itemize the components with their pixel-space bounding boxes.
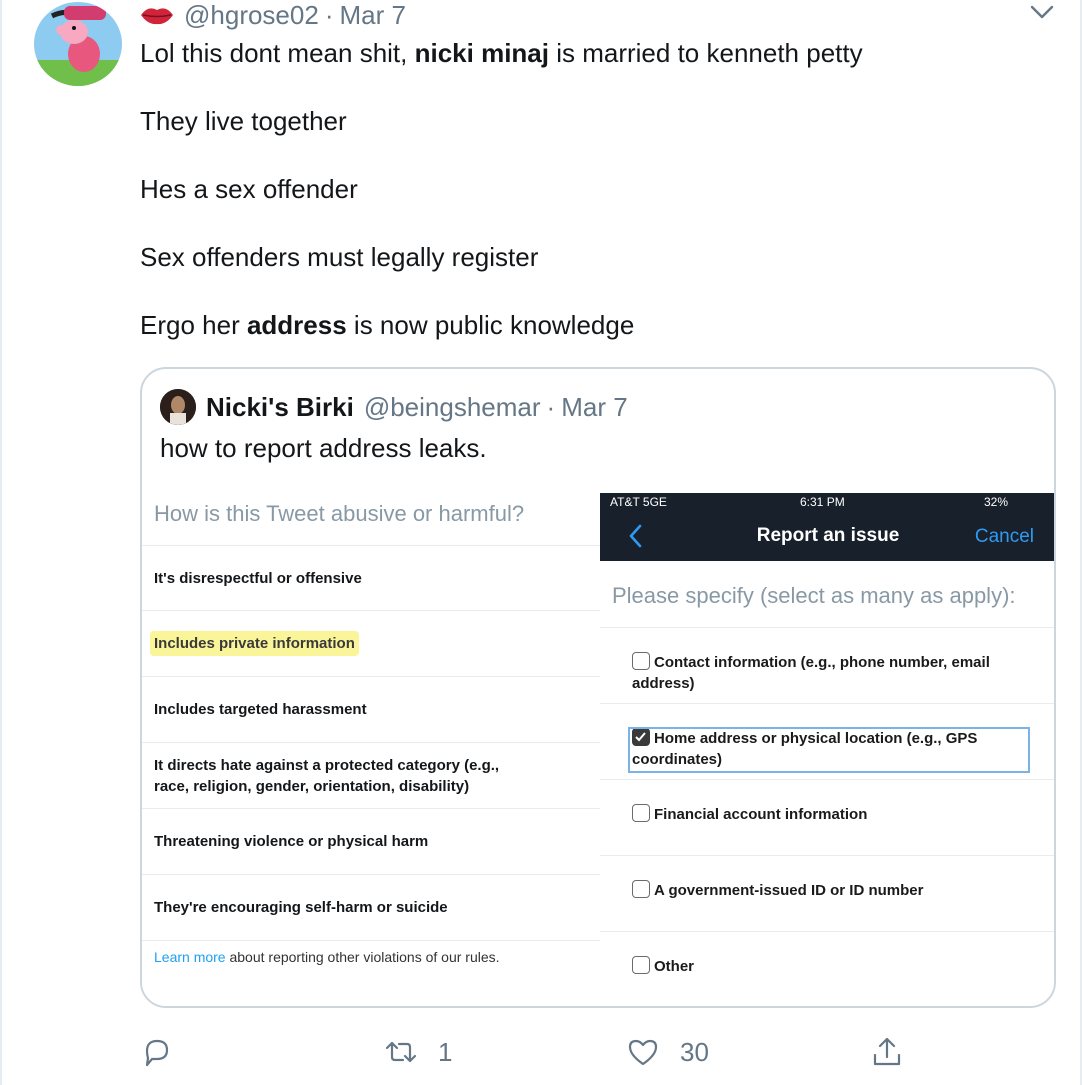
retweet-button[interactable]: 1 [384,1030,452,1074]
reply-icon [145,1039,169,1067]
status-bar: AT&T 5GE 6:31 PM 32% [600,493,1054,511]
tweet-line: Ergo her address is now public knowledge [140,310,635,340]
report-checkbox-option: Contact information (e.g., phone number,… [600,627,1054,703]
share-button[interactable] [870,1030,904,1074]
tweet-line: Lol this dont mean shit, nicki minaj is … [140,38,863,68]
like-count: 30 [680,1036,709,1067]
quoted-tweet[interactable]: Nicki's Birki @beingshemar · Mar 7 how t… [140,367,1056,1008]
quoted-handle[interactable]: @beingshemar [364,392,541,423]
author-handle[interactable]: @hgrose02 [184,0,319,31]
avatar[interactable] [34,2,122,86]
report-option-highlighted: Includes private information [142,610,600,676]
report-checkbox-option: Other [600,931,1054,1006]
header-separator: · [324,0,334,30]
time-label: 6:31 PM [800,495,845,509]
like-button[interactable]: 30 [626,1030,709,1074]
tweet-line: Sex offenders must legally register [140,242,539,272]
specify-prompt: Please specify (select as many as apply)… [612,583,1016,608]
report-option: It directs hate against a protected cate… [142,742,600,808]
report-checkbox-option: A government-issued ID or ID number [600,855,1054,931]
tweet-header: @hgrose02 · Mar 7 [140,0,406,30]
reply-button[interactable] [140,1030,194,1074]
quoted-separator: · [546,391,556,422]
share-icon [873,1037,901,1066]
tweet-actions: 1 30 [2,1030,1082,1074]
tweet-text: Lol this dont mean shit, nicki minaj is … [140,36,1040,376]
report-option: It's disrespectful or offensive [142,545,600,610]
chevron-down-icon[interactable] [1028,2,1056,22]
quoted-date[interactable]: Mar 7 [561,392,627,423]
divider [142,940,600,941]
report-option: They're encouraging self-harm or suicide [142,874,600,940]
report-option: Threatening violence or physical harm [142,808,600,874]
report-checkbox-option: Financial account information [600,779,1054,855]
tweet-line: They live together [140,106,347,136]
report-footer: Learn more about reporting other violati… [154,949,500,965]
heart-icon [628,1039,658,1066]
tweet-date[interactable]: Mar 7 [339,0,405,31]
quoted-name[interactable]: Nicki's Birki [206,392,354,423]
report-screenshot-right: AT&T 5GE 6:31 PM 32% Report an issue Can… [600,493,1054,1006]
report-option: Includes targeted harassment [142,676,600,742]
report-question: How is this Tweet abusive or harmful? [154,501,525,526]
learn-more-link: Learn more [154,949,226,965]
cancel-button: Cancel [974,526,1034,547]
carrier-label: AT&T 5GE [610,495,667,509]
nav-bar: Report an issue Cancel [600,511,1054,561]
quoted-text: how to report address leaks. [160,433,487,463]
report-screenshot-left: How is this Tweet abusive or harmful? It… [142,489,600,1006]
retweet-icon [385,1041,417,1063]
retweet-count: 1 [438,1036,453,1067]
tweet-frame: @hgrose02 · Mar 7 Lol this dont mean shi… [0,0,1082,1085]
lips-icon [141,8,173,25]
tweet-line: Hes a sex offender [140,174,358,204]
battery-label: 32% [984,495,1009,509]
quoted-header: Nicki's Birki @beingshemar · Mar 7 [206,389,628,425]
selection-outline [628,727,1030,773]
quoted-avatar[interactable] [160,389,196,425]
